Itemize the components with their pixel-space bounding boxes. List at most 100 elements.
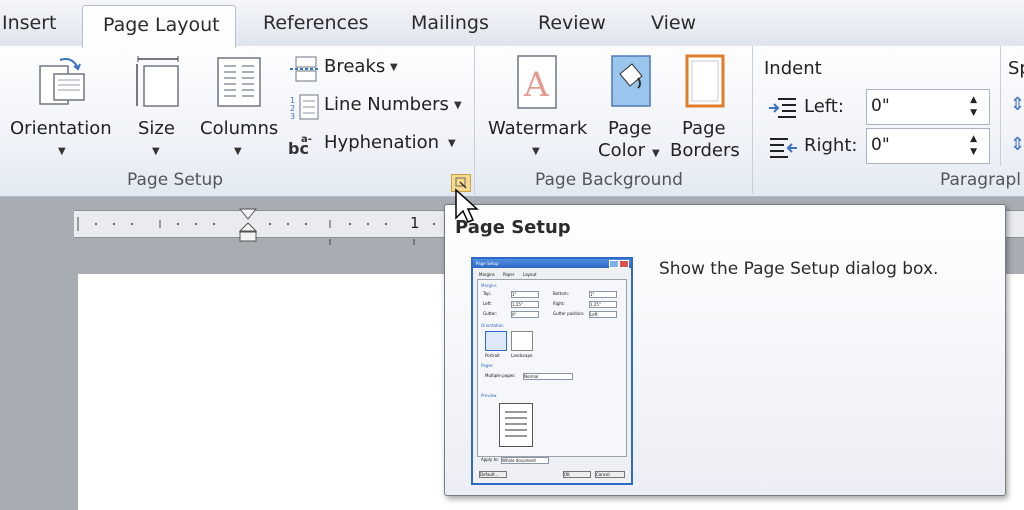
line-numbers-label: Line Numbers xyxy=(324,94,449,115)
orientation-button[interactable]: Orientation ▼ xyxy=(0,46,124,166)
dialog-preview-section: Margins xyxy=(481,283,497,288)
dialog-preview-field-label: Right: xyxy=(553,301,565,306)
watermark-button[interactable]: A Watermark ▼ xyxy=(484,46,592,166)
page-color-button[interactable]: Page Color ▼ xyxy=(596,46,666,166)
svg-text:3: 3 xyxy=(290,112,295,120)
chevron-down-icon: ▼ xyxy=(152,146,160,157)
size-button[interactable]: Size ▼ xyxy=(128,46,188,166)
spin-down-icon[interactable]: ▼ xyxy=(970,147,977,157)
chevron-down-icon: ▼ xyxy=(234,146,242,157)
group-separator xyxy=(752,46,753,194)
tab-view[interactable]: View xyxy=(651,12,696,34)
dialog-preview-section: Orientation xyxy=(481,323,504,328)
dialog-preview-option-label: Portrait xyxy=(485,353,500,358)
hyphenation-icon: bc a- xyxy=(288,134,312,158)
ribbon-tab-bar: Insert Page Layout References Mailings R… xyxy=(0,0,1024,48)
page-setup-group-label: Page Setup xyxy=(127,170,224,190)
page-setup-tooltip: Page Setup Show the Page Setup dialog bo… xyxy=(444,204,1006,496)
indent-left-input[interactable]: 0" ▲ ▼ xyxy=(866,89,990,125)
tab-mailings[interactable]: Mailings xyxy=(411,12,489,34)
dialog-preview-titlebar: Page Setup xyxy=(473,259,631,268)
portrait-option-icon xyxy=(485,331,507,351)
dialog-preview-ok-button: OK xyxy=(563,471,591,478)
line-numbers-button[interactable]: 1 2 3 Line Numbers ▼ xyxy=(288,92,468,122)
dialog-preview-cancel-button: Cancel xyxy=(595,471,625,478)
dialog-preview-page-icon xyxy=(499,403,533,447)
indent-right-input[interactable]: 0" ▲ ▼ xyxy=(866,128,990,164)
page-size-icon xyxy=(136,56,179,107)
dialog-preview-option-label: Landscape xyxy=(511,353,533,358)
indent-left-label: Left: xyxy=(804,96,844,117)
dialog-preview-field-label: Top: xyxy=(483,291,492,296)
page-setup-dialog-preview: Page Setup Margins Paper Layout Margins … xyxy=(471,257,633,485)
orientation-label: Orientation xyxy=(10,118,112,139)
spacing-after-icon: ⇕ xyxy=(1010,134,1024,155)
dialog-preview-tab: Layout xyxy=(523,272,537,277)
help-icon xyxy=(609,260,619,268)
mouse-cursor-icon xyxy=(455,188,479,223)
ribbon: Orientation ▼ Size ▼ Columns ▼ Breaks ▼ … xyxy=(0,46,1024,197)
chevron-down-icon: ▼ xyxy=(58,146,66,157)
breaks-button[interactable]: Breaks ▼ xyxy=(288,54,408,84)
dialog-preview-field: 1" xyxy=(511,291,539,298)
dialog-preview-section: Preview xyxy=(481,393,497,398)
dialog-preview-field-label: Apply to: xyxy=(481,457,499,462)
landscape-option-icon xyxy=(511,331,533,351)
indent-right-icon xyxy=(770,138,797,158)
close-icon xyxy=(619,260,629,268)
breaks-icon xyxy=(290,56,320,82)
page-color-label-2: Color xyxy=(598,140,645,161)
tab-page-layout-label: Page Layout xyxy=(103,14,220,36)
page-color-label-1: Page xyxy=(608,118,652,139)
ruler-mark-label: 1 xyxy=(410,214,420,232)
columns-label: Columns xyxy=(200,118,279,139)
spin-down-icon[interactable]: ▼ xyxy=(970,108,977,118)
tab-insert[interactable]: Insert xyxy=(2,12,57,34)
indent-left-value: 0" xyxy=(871,96,890,116)
paragraph-group-label: Paragrapl xyxy=(940,170,1022,190)
tooltip-description: Show the Page Setup dialog box. xyxy=(659,259,939,279)
page-borders-button[interactable]: Page Borders xyxy=(670,46,746,166)
watermark-icon: A xyxy=(517,55,557,109)
group-separator xyxy=(474,46,475,194)
indent-left-icon xyxy=(769,98,796,118)
page-lines-icon xyxy=(505,411,527,437)
spacing-heading: Sp xyxy=(1008,58,1024,79)
page-color-icon xyxy=(611,55,651,107)
chevron-down-icon: ▼ xyxy=(652,148,660,159)
chevron-down-icon: ▼ xyxy=(532,146,540,157)
line-numbers-icon: 1 2 3 xyxy=(290,94,319,120)
spin-up-icon[interactable]: ▲ xyxy=(970,95,977,105)
tab-references[interactable]: References xyxy=(263,12,369,34)
dialog-preview-field-label: Left: xyxy=(483,301,492,306)
dialog-preview-title: Page Setup xyxy=(476,261,499,266)
page-borders-label-2: Borders xyxy=(670,140,740,161)
hyphenation-label: Hyphenation xyxy=(324,132,440,153)
dialog-preview-field-label: Multiple pages: xyxy=(485,373,516,378)
tab-page-layout[interactable]: Page Layout xyxy=(82,5,236,48)
tab-review[interactable]: Review xyxy=(538,12,606,34)
dialog-preview-field: 0" xyxy=(511,311,539,318)
dialog-preview-default-button: Default... xyxy=(479,471,507,478)
dialog-preview-tab: Paper xyxy=(503,272,515,277)
dialog-preview-field: Whole document xyxy=(501,457,549,464)
page-borders-label-1: Page xyxy=(682,118,726,139)
dialog-preview-field-label: Bottom: xyxy=(553,291,570,296)
indent-right-label: Right: xyxy=(804,135,858,156)
columns-button[interactable]: Columns ▼ xyxy=(196,46,282,166)
dialog-preview-section: Pages xyxy=(481,363,493,368)
group-separator xyxy=(1000,46,1001,166)
dialog-preview-field: 1" xyxy=(589,291,617,298)
breaks-label: Breaks xyxy=(324,56,386,77)
dialog-preview-field-label: Gutter: xyxy=(483,311,498,316)
dialog-preview-field: 1.25" xyxy=(511,301,539,308)
page-background-group-label: Page Background xyxy=(535,170,683,190)
dialog-preview-field-label: Gutter position: xyxy=(553,311,585,316)
hyphenation-button[interactable]: bc a- Hyphenation ▼ xyxy=(288,130,464,160)
chevron-down-icon: ▼ xyxy=(454,100,462,111)
svg-text:A: A xyxy=(523,65,549,105)
size-label: Size xyxy=(138,118,175,139)
page-borders-icon xyxy=(685,54,725,108)
spin-up-icon[interactable]: ▲ xyxy=(970,134,977,144)
dialog-preview-field: Normal xyxy=(523,373,573,380)
